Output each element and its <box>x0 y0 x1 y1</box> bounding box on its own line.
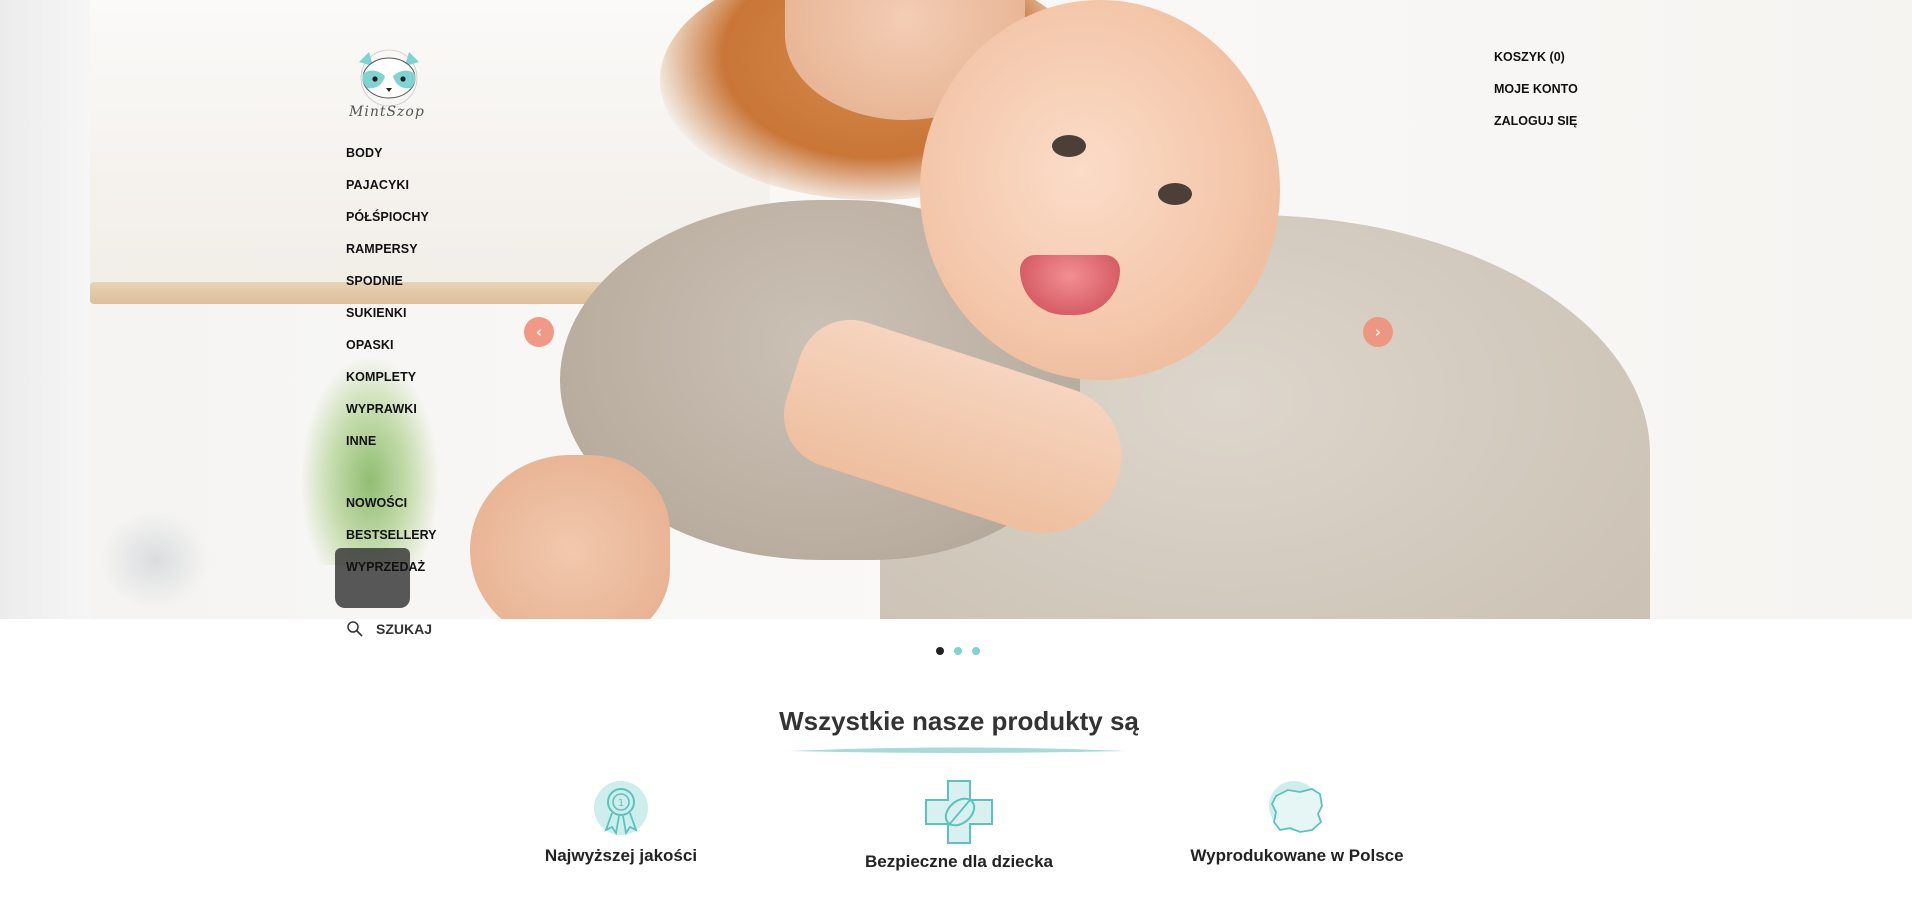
nav-item-sukienki[interactable]: SUKIENKI <box>346 304 429 336</box>
feature-quality: 1 Najwyższej jakości <box>491 780 751 866</box>
nav-item-rampersy[interactable]: RAMPERSY <box>346 240 429 272</box>
hero-slider <box>0 0 1912 619</box>
nav-item-bestsellery[interactable]: BESTSELLERY <box>346 526 437 558</box>
nav-item-nowosci[interactable]: NOWOŚCI <box>346 494 437 526</box>
nav-link[interactable]: NOWOŚCI <box>346 496 407 510</box>
nav-link[interactable]: WYPRAWKI <box>346 402 417 416</box>
slider-dot[interactable] <box>972 647 980 655</box>
nav-link[interactable]: WYPRZEDAŻ <box>346 560 425 574</box>
hero-baby-eye <box>1052 135 1086 157</box>
feature-safe: Bezpieczne dla dziecka <box>829 780 1089 872</box>
account-link[interactable]: MOJE KONTO <box>1494 82 1578 96</box>
title-underline-decoration <box>789 747 1127 753</box>
hero-mother-hand <box>470 455 670 619</box>
cart-link[interactable]: KOSZYK (0) <box>1494 50 1565 64</box>
nav-item-wyprawki[interactable]: WYPRAWKI <box>346 400 429 432</box>
hero-baby-eye <box>1158 183 1192 205</box>
nav-link[interactable]: RAMPERSY <box>346 242 418 256</box>
slider-dots <box>936 647 980 655</box>
nav-link[interactable]: OPASKI <box>346 338 394 352</box>
nav-link[interactable]: BODY <box>346 146 383 160</box>
award-ribbon-icon: 1 <box>594 781 648 836</box>
nav-link[interactable]: KOMPLETY <box>346 370 416 384</box>
hero-baby-head <box>920 0 1280 380</box>
login-link-item[interactable]: ZALOGUJ SIĘ <box>1494 112 1578 144</box>
hero-wall <box>0 0 90 619</box>
login-link[interactable]: ZALOGUJ SIĘ <box>1494 114 1577 128</box>
nav-link[interactable]: SUKIENKI <box>346 306 407 320</box>
nav-item-wyprzedaz[interactable]: WYPRZEDAŻ <box>346 558 437 590</box>
nav-link[interactable]: INNE <box>346 434 376 448</box>
leaf-cross-icon <box>925 780 993 844</box>
nav-link[interactable]: PAJACYKI <box>346 178 409 192</box>
nav-item-polspiochy[interactable]: PÓŁŚPIOCHY <box>346 208 429 240</box>
nav-item-pajacyki[interactable]: PAJACYKI <box>346 176 429 208</box>
featured-nav: NOWOŚCI BESTSELLERY WYPRZEDAŻ <box>346 494 437 590</box>
features-title: Wszystkie nasze produkty są <box>779 706 1139 736</box>
user-nav: KOSZYK (0) MOJE KONTO ZALOGUJ SIĘ <box>1494 48 1578 144</box>
feature-label: Najwyższej jakości <box>544 846 698 865</box>
feature-label: Bezpieczne dla dziecka <box>864 852 1054 871</box>
slider-dot[interactable] <box>936 647 944 655</box>
nav-item-inne[interactable]: INNE <box>346 432 429 464</box>
poland-map-icon <box>1269 781 1323 833</box>
search-button[interactable]: SZUKAJ <box>346 620 432 638</box>
feature-made-in-poland: Wyprodukowane w Polsce <box>1167 780 1427 866</box>
slider-dot[interactable] <box>954 647 962 655</box>
feature-label: Wyprodukowane w Polsce <box>1190 846 1404 865</box>
slider-prev-button[interactable]: ‹ <box>524 317 554 347</box>
nav-item-spodnie[interactable]: SPODNIE <box>346 272 429 304</box>
cart-link-item[interactable]: KOSZYK (0) <box>1494 48 1578 80</box>
logo-text: MintSzop <box>349 104 425 120</box>
nav-link[interactable]: SPODNIE <box>346 274 403 288</box>
search-icon <box>347 621 363 637</box>
nav-item-komplety[interactable]: KOMPLETY <box>346 368 429 400</box>
slider-next-button[interactable]: › <box>1363 317 1393 347</box>
account-link-item[interactable]: MOJE KONTO <box>1494 80 1578 112</box>
hero-glass <box>100 510 210 610</box>
nav-link[interactable]: BESTSELLERY <box>346 528 437 542</box>
search-label: SZUKAJ <box>376 621 433 637</box>
nav-item-opaski[interactable]: OPASKI <box>346 336 429 368</box>
nav-link[interactable]: PÓŁŚPIOCHY <box>346 210 429 224</box>
category-nav: BODY PAJACYKI PÓŁŚPIOCHY RAMPERSY SPODNI… <box>346 144 429 464</box>
svg-text:1: 1 <box>618 798 624 809</box>
nav-item-body[interactable]: BODY <box>346 144 429 176</box>
